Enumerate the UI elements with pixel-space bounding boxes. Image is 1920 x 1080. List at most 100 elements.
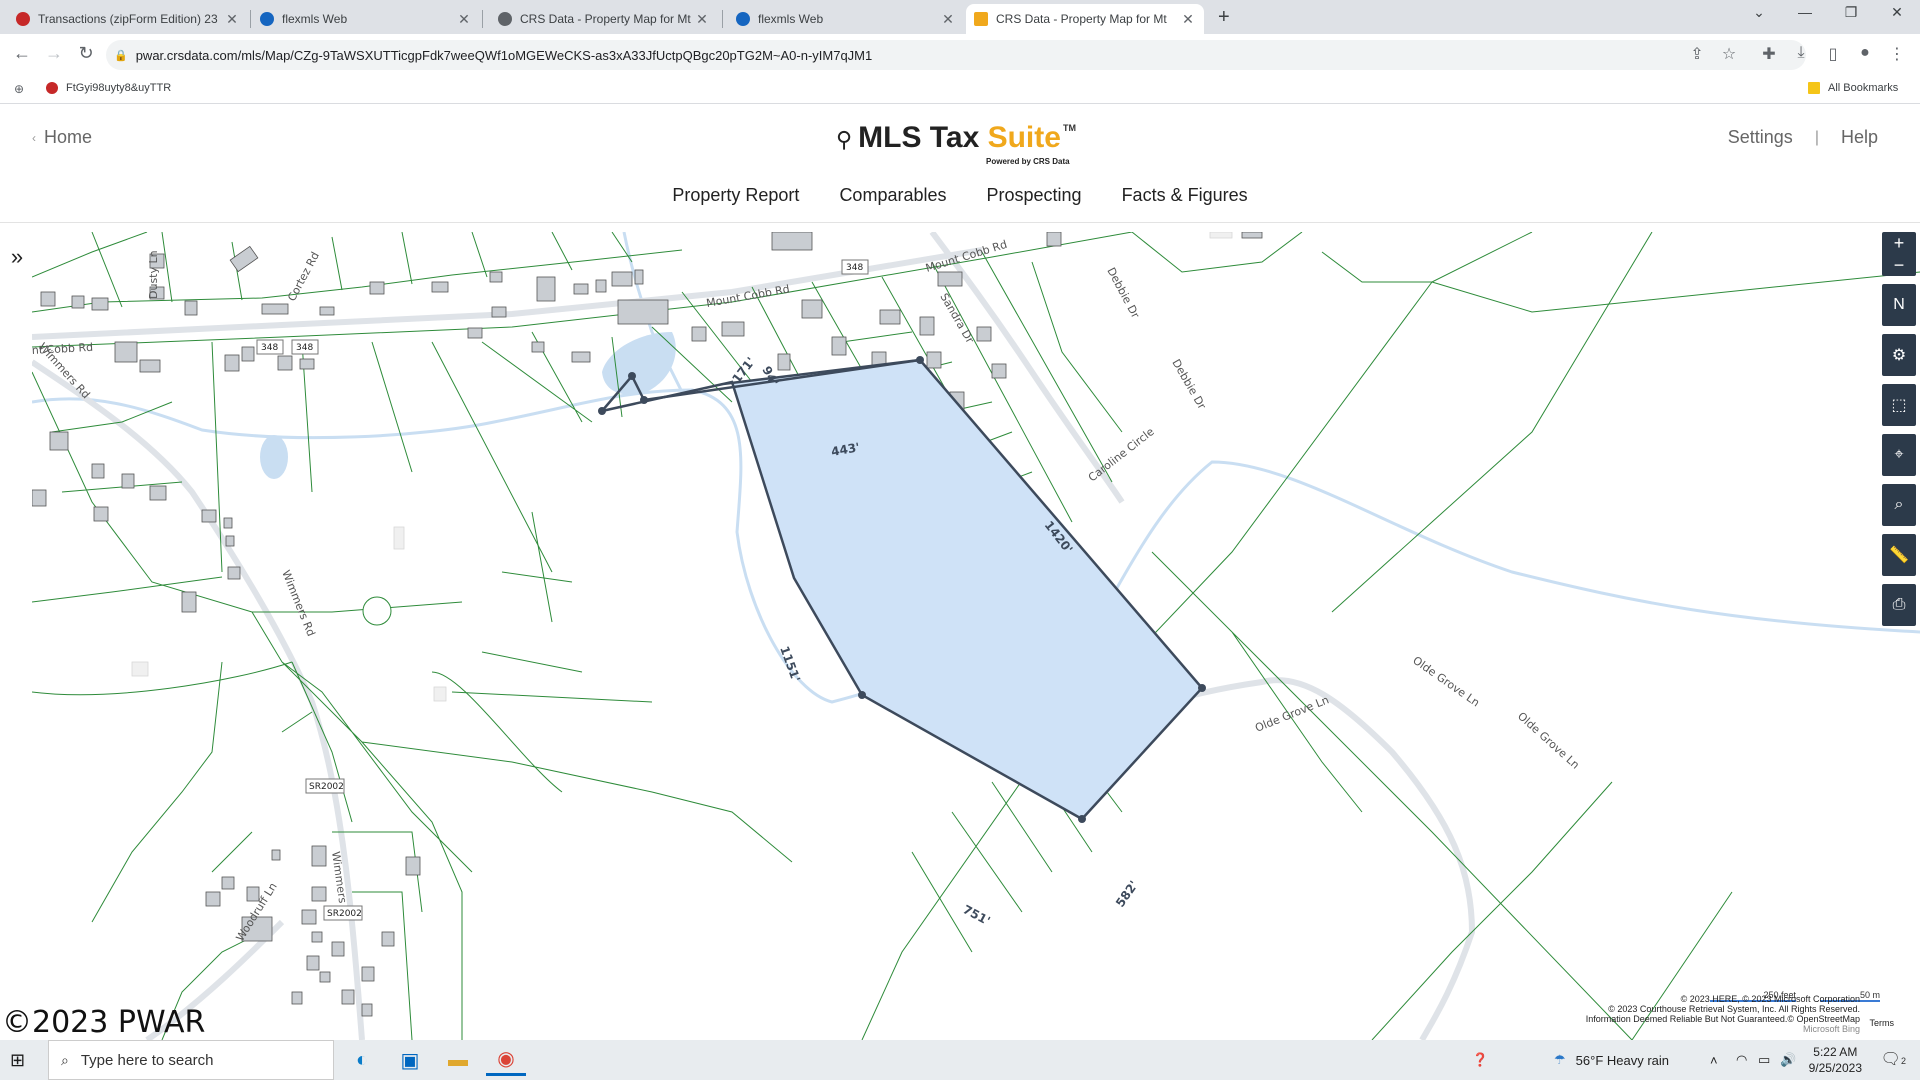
chrome-icon[interactable]: ◉ (486, 1044, 526, 1076)
edge-icon[interactable]: ◐ (342, 1044, 382, 1076)
favicon-icon (260, 12, 274, 26)
search-icon[interactable]: ⌕ (1882, 484, 1916, 526)
bookmark-item[interactable]: FtGyi98uyty8&uyTTR (46, 82, 171, 94)
minimize-button[interactable]: — (1790, 4, 1820, 20)
cul-de-sac (362, 596, 392, 626)
close-icon[interactable]: ✕ (1180, 11, 1196, 28)
browser-tab-active[interactable]: CRS Data - Property Map for Mt ✕ (966, 4, 1204, 34)
nav-property-report[interactable]: Property Report (652, 185, 819, 206)
expand-sidebar-icon[interactable]: » (6, 244, 28, 270)
separator: | (1814, 128, 1819, 146)
browser-tab[interactable]: flexmls Web ✕ (252, 4, 480, 34)
close-icon[interactable]: ✕ (456, 11, 472, 28)
battery-icon[interactable]: ▭ (1758, 1040, 1770, 1080)
tab-title: CRS Data - Property Map for Mt (996, 12, 1167, 26)
browser-toolbar: ← → ↻ 🔒 pwar.crsdata.com/mls/Map/CZg-9Ta… (0, 34, 1920, 76)
main-nav: Property Report Comparables Prospecting … (0, 185, 1920, 206)
settings-link[interactable]: Settings (1728, 127, 1793, 148)
map-canvas[interactable]: Mount Cobb Rd Mount Cobb Rd nt Cobb Rd C… (32, 232, 1920, 1040)
back-icon[interactable]: ← (10, 43, 34, 64)
north-arrow-icon[interactable]: N (1882, 284, 1916, 326)
apps-icon[interactable]: ⊕ (14, 82, 24, 96)
chevron-up-icon[interactable]: ˄ (1710, 1040, 1718, 1080)
weather-widget[interactable]: ☂ 56°F Heavy rain (1554, 1040, 1669, 1080)
store-icon[interactable]: ▣ (390, 1044, 430, 1076)
locate-icon[interactable]: ⌖ (1882, 434, 1916, 476)
share-icon[interactable]: ⇪ (1686, 44, 1708, 64)
sidepanel-icon[interactable]: ▯ (1822, 44, 1844, 64)
bookmark-label: FtGyi98uyty8&uyTTR (66, 82, 172, 94)
draw-area-icon[interactable]: ⬚ (1882, 384, 1916, 426)
nav-comparables[interactable]: Comparables (819, 185, 966, 206)
nav-prospecting[interactable]: Prospecting (967, 185, 1102, 206)
trademark: TM (1062, 123, 1076, 133)
pond (260, 435, 288, 479)
address-bar[interactable]: 🔒 pwar.crsdata.com/mls/Map/CZg-9TaWSXUTT… (106, 40, 1806, 70)
extensions-icon[interactable]: ✚ (1758, 44, 1780, 64)
logo: ⚲ MLS Tax Suite TM Powered by CRS Data (836, 121, 1076, 167)
home-label: Home (44, 127, 93, 147)
profile-icon[interactable]: ● (1854, 44, 1876, 62)
clock-time: 5:22 AM (1813, 1045, 1858, 1059)
file-explorer-icon[interactable]: ▬ (438, 1044, 478, 1076)
browser-tab[interactable]: flexmls Web ✕ (728, 4, 964, 34)
browser-tabstrip: Transactions (zipForm Edition) 23 ✕ flex… (0, 0, 1920, 34)
route-shield: 348 (296, 343, 313, 353)
bookmark-star-icon[interactable]: ☆ (1718, 44, 1740, 64)
close-icon[interactable]: ✕ (694, 11, 710, 28)
nav-facts-figures[interactable]: Facts & Figures (1102, 185, 1268, 206)
browser-tab[interactable]: Transactions (zipForm Edition) 23 ✕ (8, 4, 248, 34)
close-icon[interactable]: ✕ (940, 11, 956, 28)
clock[interactable]: 5:22 AM 9/25/2023 (1809, 1044, 1862, 1076)
subject-parcel-fill[interactable] (601, 358, 1204, 821)
close-icon[interactable]: ✕ (224, 11, 240, 28)
all-bookmarks[interactable]: All Bookmarks (1808, 82, 1898, 94)
zoom-in-button[interactable]: + (1882, 232, 1916, 254)
taskbar-search[interactable]: ⌕ Type here to search (48, 1040, 334, 1080)
network-icon[interactable]: ◠ (1736, 1040, 1747, 1080)
route-shield: 348 (846, 263, 863, 273)
header-links: Settings | Help (1728, 127, 1878, 148)
new-tab-button[interactable]: + (1218, 6, 1230, 29)
help-tray-icon[interactable]: ❓ (1472, 1040, 1488, 1080)
terms-link[interactable]: Terms (1870, 1018, 1895, 1028)
weather-icon: ☂ (1554, 1052, 1566, 1067)
forward-icon[interactable]: → (42, 43, 66, 64)
url-text: pwar.crsdata.com/mls/Map/CZg-9TaWSXUTTic… (135, 47, 873, 63)
download-icon[interactable]: ⤓ (1790, 44, 1812, 62)
search-icon: ⌕ (61, 1051, 69, 1068)
menu-icon[interactable]: ⋮ (1886, 44, 1908, 64)
dimension-label: 582' (1113, 878, 1141, 910)
notification-icon[interactable]: 🗨2 (1881, 1049, 1906, 1069)
tab-title: CRS Data - Property Map for Mt (520, 12, 691, 26)
tab-search-icon[interactable]: ⌄ (1744, 4, 1774, 21)
pond (602, 332, 676, 395)
close-window-button[interactable]: ✕ (1882, 4, 1912, 21)
tab-title: flexmls Web (282, 12, 348, 26)
favicon-icon (974, 12, 988, 26)
dimension-label: 751' (961, 902, 993, 928)
print-icon[interactable]: ⎙ (1882, 584, 1916, 626)
road-label: Debbie Dr (1169, 357, 1208, 412)
zoom-out-button[interactable]: − (1882, 254, 1916, 276)
bookmark-favicon-icon (46, 82, 58, 94)
route-shields: 348 348 348 SR2002 SR2002 (256, 259, 869, 921)
maximize-button[interactable]: ❐ (1836, 4, 1866, 21)
lock-icon: 🔒 (114, 49, 128, 62)
help-link[interactable]: Help (1841, 127, 1878, 148)
all-bookmarks-label: All Bookmarks (1828, 82, 1899, 94)
home-link[interactable]: ‹ Home (32, 127, 92, 148)
sound-icon[interactable]: 🔊 (1780, 1040, 1796, 1080)
bookmarks-bar: ⊕ FtGyi98uyty8&uyTTR All Bookmarks (0, 76, 1920, 104)
measure-icon[interactable]: 📏 (1882, 534, 1916, 576)
zoom-control: + − (1882, 232, 1916, 276)
browser-tab[interactable]: CRS Data - Property Map for Mt ✕ (490, 4, 718, 34)
brand-name: MLS Tax Suite (858, 121, 1061, 154)
road-label: Olde Grove Ln (1515, 710, 1582, 772)
dimension-label: 1151' (777, 644, 803, 684)
route-shield: 348 (261, 343, 278, 353)
gear-icon[interactable]: ⚙ (1882, 334, 1916, 376)
windows-start-icon[interactable]: ⊞ (10, 1050, 30, 1070)
road-label: Wimmers Rd (279, 568, 317, 638)
reload-icon[interactable]: ↻ (74, 43, 98, 64)
